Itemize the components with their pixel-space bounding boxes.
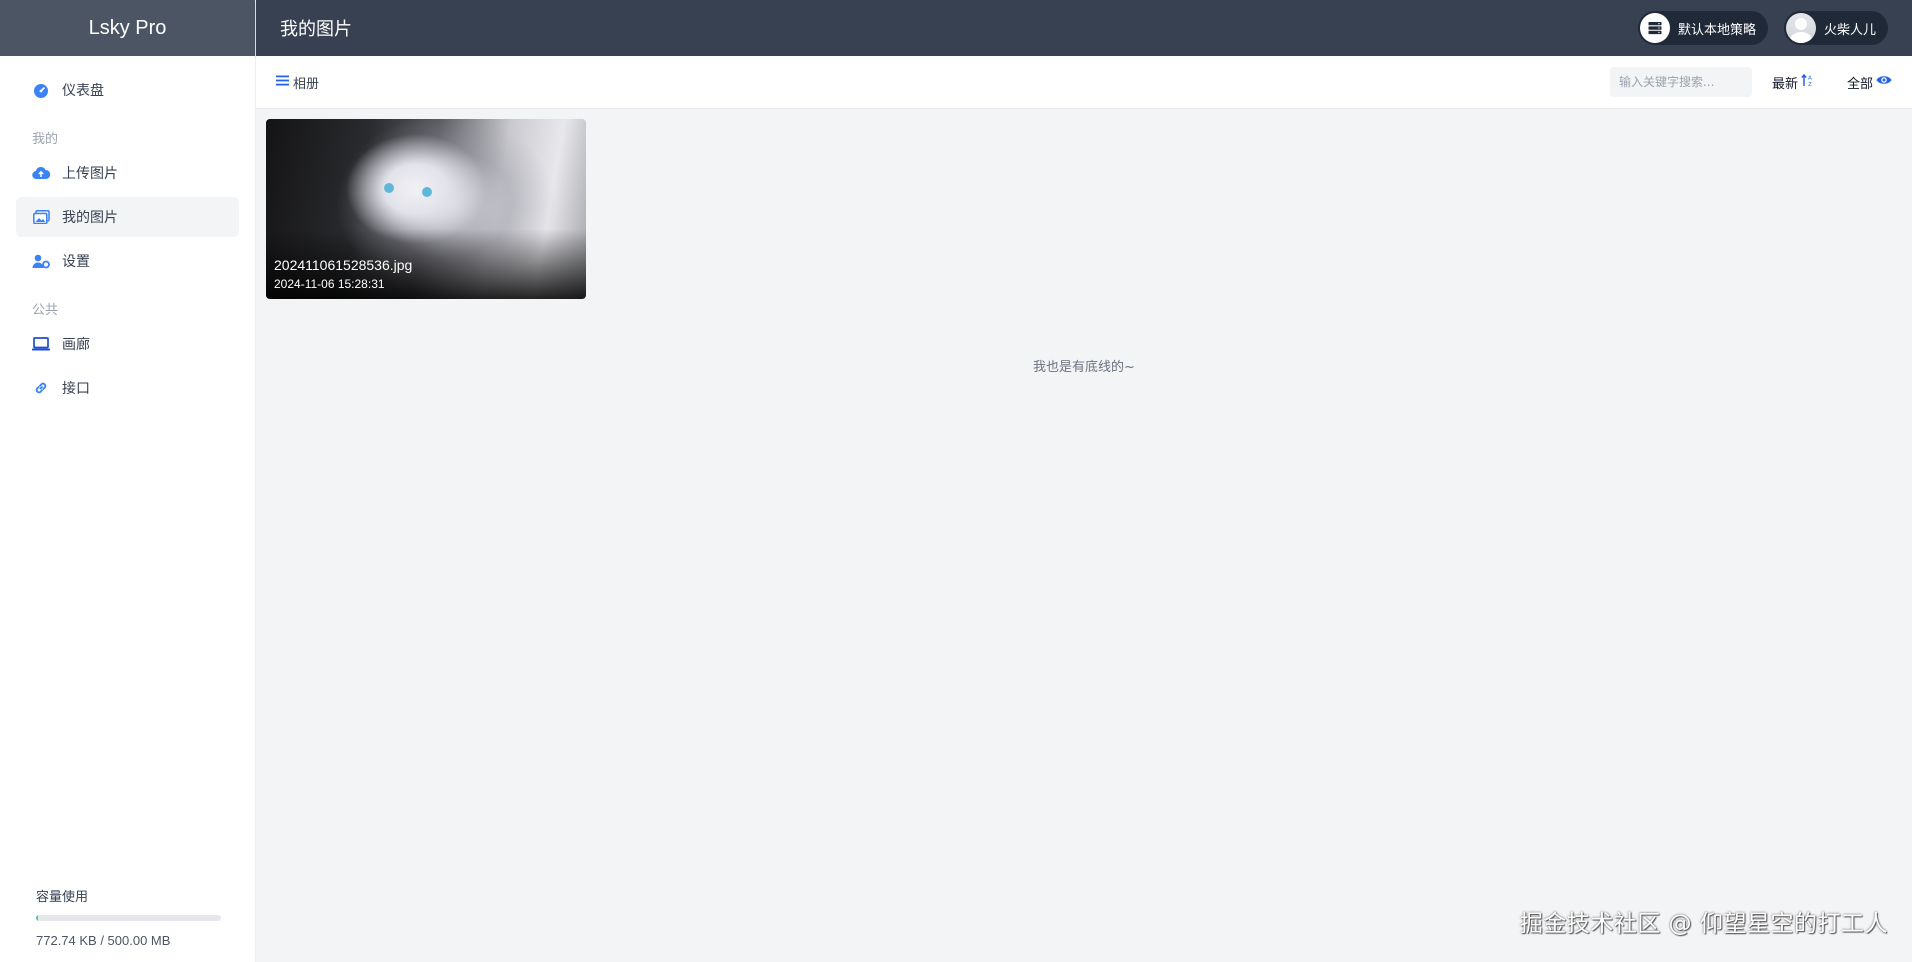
sidebar: Lsky Pro 仪表盘 我的 上传图片 我的图片 设置 公共 画廊 接口 容量… — [0, 0, 256, 962]
top-header: 我的图片 默认本地策略 火柴人儿 — [256, 0, 1912, 56]
thumbnail-detail — [384, 183, 394, 193]
sidebar-item-label: 上传图片 — [62, 166, 118, 182]
brand-logo[interactable]: Lsky Pro — [0, 0, 255, 56]
sort-button[interactable]: 最新 AZ — [1772, 73, 1815, 92]
image-grid: 202411061528536.jpg 2024-11-06 15:28:31 … — [256, 110, 1912, 962]
sort-label: 最新 — [1771, 76, 1798, 92]
storage-progress-bar — [36, 915, 221, 921]
menu-icon — [276, 75, 289, 90]
image-filename: 202411061528536.jpg — [274, 257, 413, 273]
watermark: 掘金技术社区 @ 仰望星空的打工人 — [1519, 911, 1888, 937]
user-gear-icon — [32, 252, 50, 270]
cloud-upload-icon — [32, 164, 50, 182]
filter-label: 全部 — [1846, 76, 1873, 92]
image-date: 2024-11-06 15:28:31 — [274, 277, 385, 291]
sidebar-item-label: 设置 — [62, 254, 90, 270]
strategy-label: 默认本地策略 — [1677, 22, 1756, 38]
end-of-list-text: 我也是有底线的~ — [1033, 360, 1135, 375]
sidebar-item-settings[interactable]: 设置 — [16, 241, 239, 281]
album-button[interactable]: 相册 — [276, 73, 319, 92]
strategy-button[interactable]: 默认本地策略 — [1637, 11, 1768, 45]
toolbar-actions: 最新 AZ 全部 — [1609, 67, 1892, 97]
sidebar-section-mine: 我的 — [32, 132, 59, 147]
laptop-icon — [32, 335, 50, 353]
album-label: 相册 — [293, 76, 320, 92]
sidebar-item-my-images[interactable]: 我的图片 — [16, 197, 239, 237]
sidebar-item-gallery[interactable]: 画廊 — [16, 324, 239, 364]
sidebar-item-label: 画廊 — [62, 337, 90, 353]
svg-text:Z: Z — [1808, 82, 1812, 87]
sort-icon: AZ — [1801, 73, 1815, 91]
sidebar-item-label: 接口 — [62, 381, 90, 397]
storage-used-text: 772.74 KB / 500.00 MB — [36, 933, 171, 948]
link-icon — [32, 379, 50, 397]
gauge-icon — [32, 81, 50, 99]
visibility-filter-button[interactable]: 全部 — [1847, 73, 1892, 92]
eye-icon — [1876, 74, 1892, 90]
user-name: 火柴人儿 — [1823, 22, 1876, 38]
search-input[interactable] — [1609, 67, 1752, 97]
avatar — [1785, 13, 1816, 43]
sidebar-item-dashboard[interactable]: 仪表盘 — [16, 70, 239, 110]
sidebar-nav: 仪表盘 我的 上传图片 我的图片 设置 公共 画廊 接口 — [0, 56, 255, 422]
storage-title: 容量使用 — [36, 890, 89, 905]
sidebar-item-label: 我的图片 — [62, 210, 118, 226]
sidebar-item-upload[interactable]: 上传图片 — [16, 153, 239, 193]
header-actions: 默认本地策略 火柴人儿 — [1637, 11, 1888, 45]
sidebar-section-public: 公共 — [32, 303, 59, 318]
image-toolbar: 相册 最新 AZ 全部 — [256, 56, 1912, 109]
page-title: 我的图片 — [280, 19, 352, 40]
storage-progress-fill — [36, 915, 38, 921]
user-menu-button[interactable]: 火柴人儿 — [1783, 11, 1888, 45]
image-card[interactable]: 202411061528536.jpg 2024-11-06 15:28:31 — [266, 119, 586, 299]
storage-usage: 容量使用 772.74 KB / 500.00 MB — [36, 886, 221, 948]
sidebar-item-api[interactable]: 接口 — [16, 368, 239, 408]
sidebar-item-label: 仪表盘 — [62, 83, 104, 99]
server-icon — [1639, 13, 1670, 43]
svg-text:A: A — [1808, 75, 1812, 81]
images-icon — [32, 208, 50, 226]
